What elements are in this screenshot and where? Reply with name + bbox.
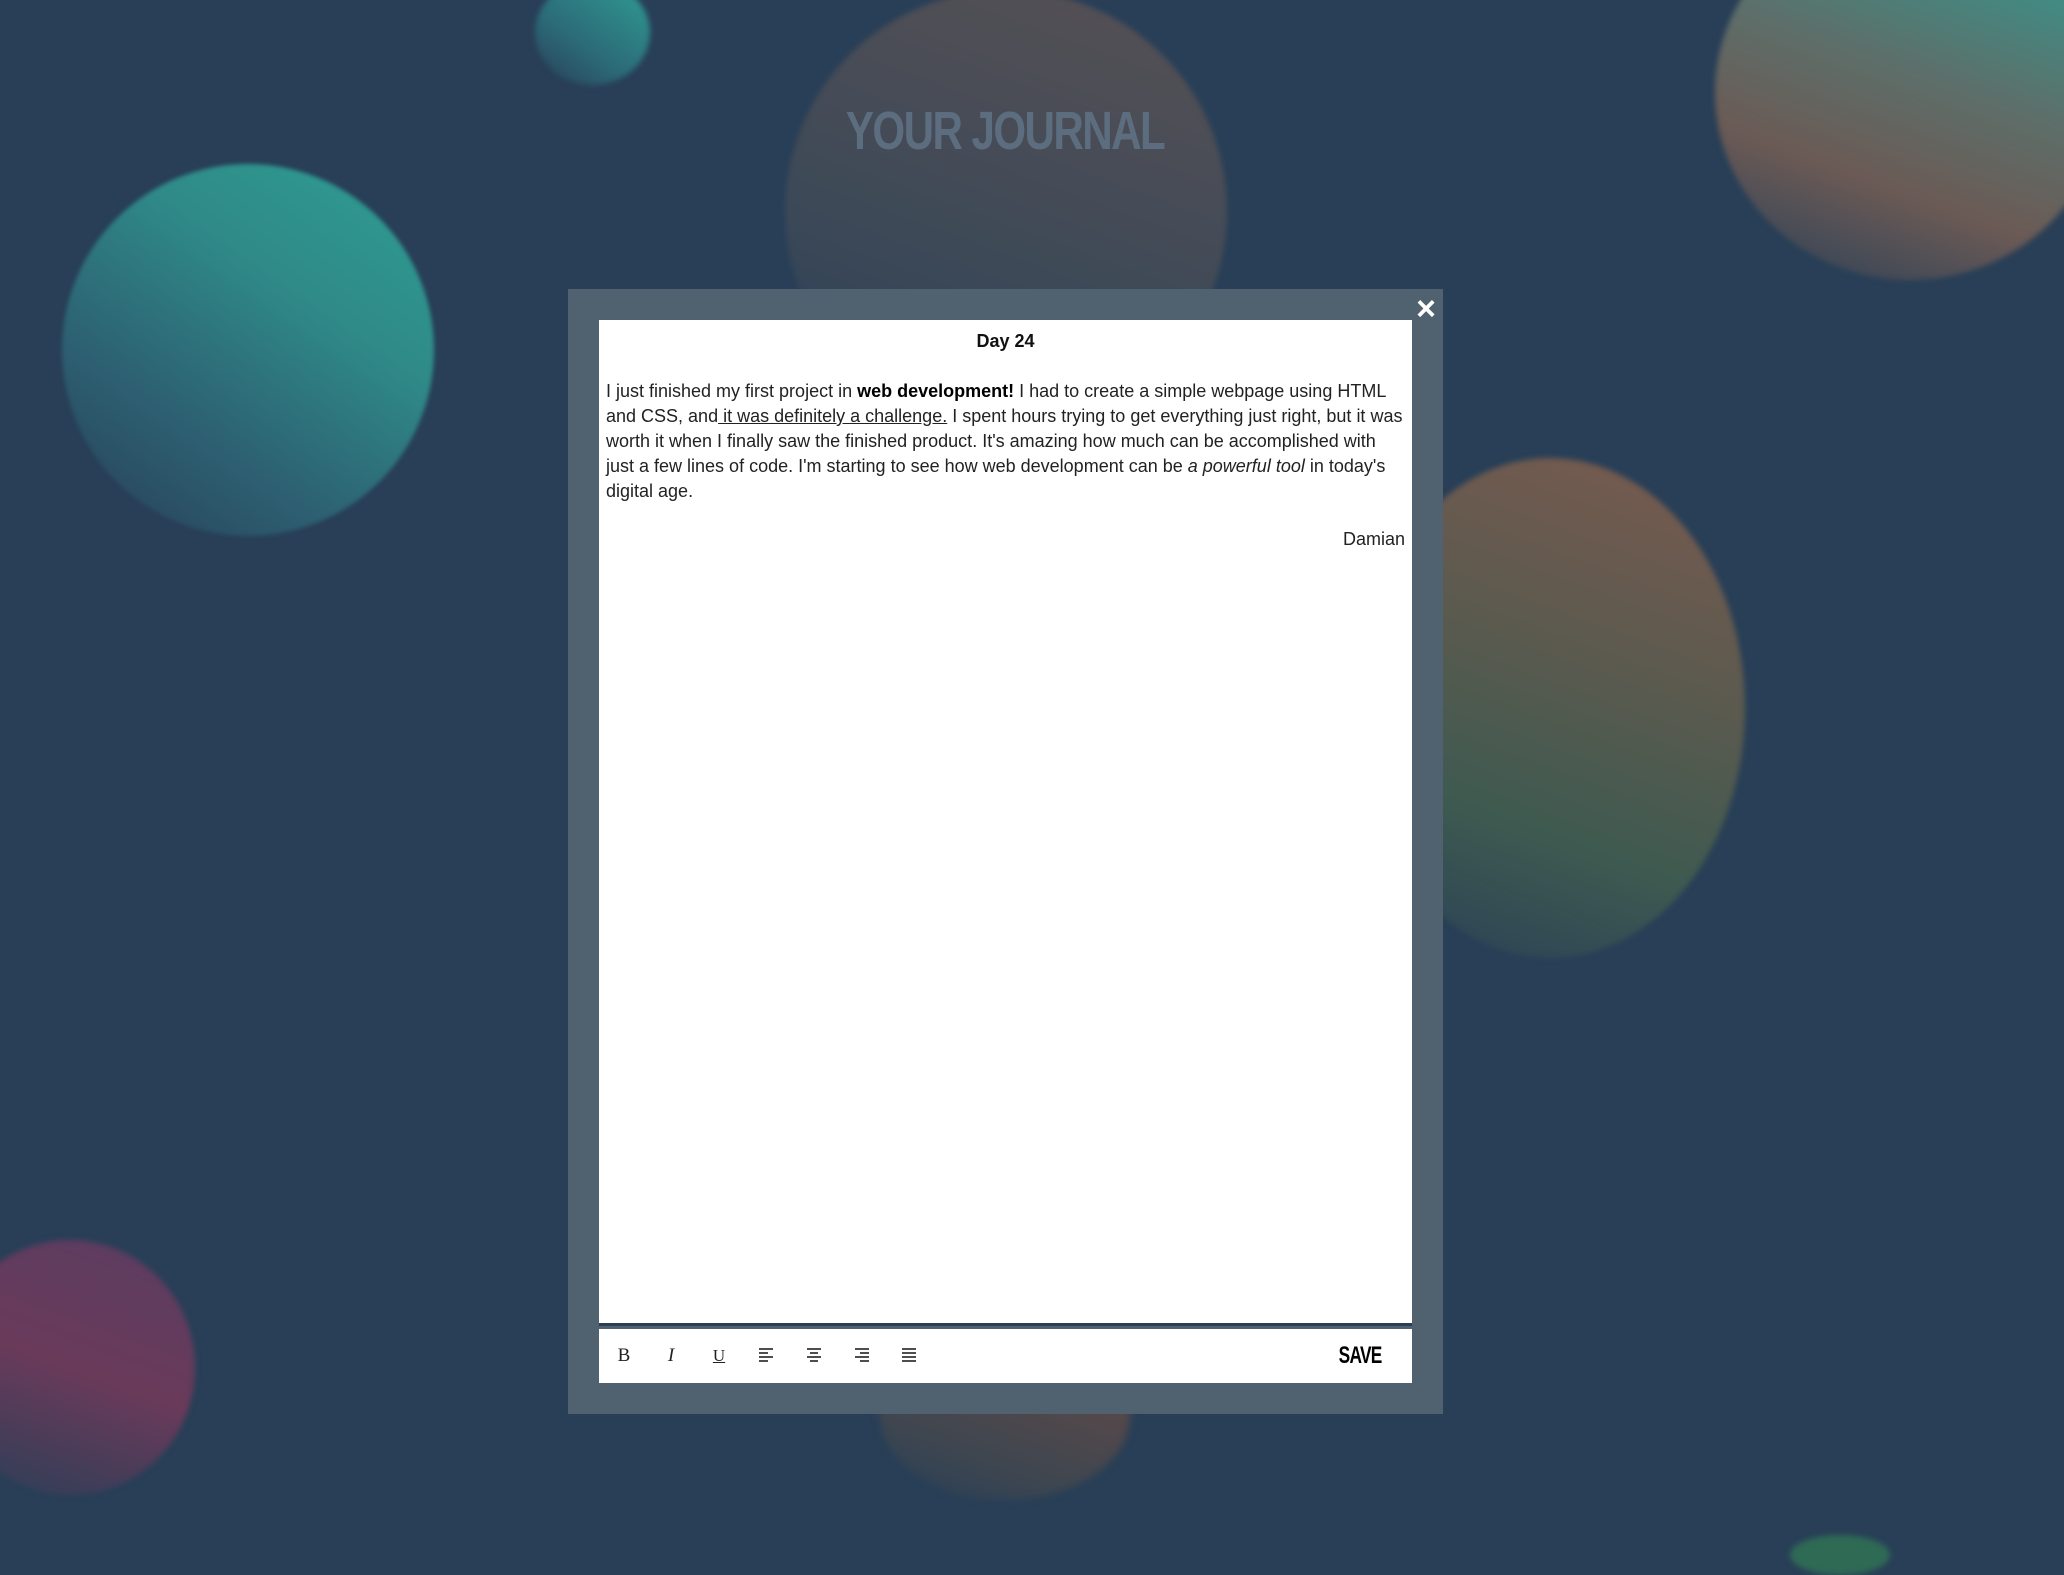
entry-body[interactable]: I just finished my first project in web … (606, 379, 1405, 504)
save-button[interactable]: SAVE (1339, 1341, 1383, 1371)
align-center-icon[interactable] (799, 1342, 829, 1370)
entry-text-italic: a powerful tool (1187, 456, 1305, 476)
formatting-toolbar: B I U SAVE (599, 1329, 1412, 1383)
entry-editor[interactable]: Day 24 I just finished my first project … (599, 320, 1412, 1326)
entry-text-underlined: it was definitely a challenge. (718, 406, 948, 426)
page-title: YOUR JOURNAL (845, 101, 1166, 161)
decorative-bubble (62, 164, 434, 536)
entry-signature[interactable]: Damian (606, 529, 1405, 550)
entry-text: I just finished my first project in (606, 381, 858, 401)
decorative-bubble (535, 0, 650, 85)
italic-label: I (667, 1345, 675, 1366)
align-justify-icon[interactable] (894, 1342, 924, 1370)
entry-text-bold: web development! (857, 381, 1015, 401)
underline-label: U (712, 1346, 726, 1365)
underline-icon[interactable]: U (704, 1342, 734, 1370)
align-right-icon[interactable] (847, 1342, 877, 1370)
align-left-icon[interactable] (751, 1342, 781, 1370)
journal-entry-modal: × Day 24 I just finished my first projec… (568, 289, 1443, 1414)
italic-icon[interactable]: I (656, 1342, 686, 1370)
entry-title[interactable]: Day 24 (599, 331, 1412, 352)
close-icon[interactable]: × (1409, 291, 1443, 327)
decorative-bubble (1790, 1535, 1890, 1575)
bold-label: B (617, 1345, 631, 1366)
decorative-bubble (0, 1240, 195, 1495)
bold-icon[interactable]: B (609, 1342, 639, 1370)
